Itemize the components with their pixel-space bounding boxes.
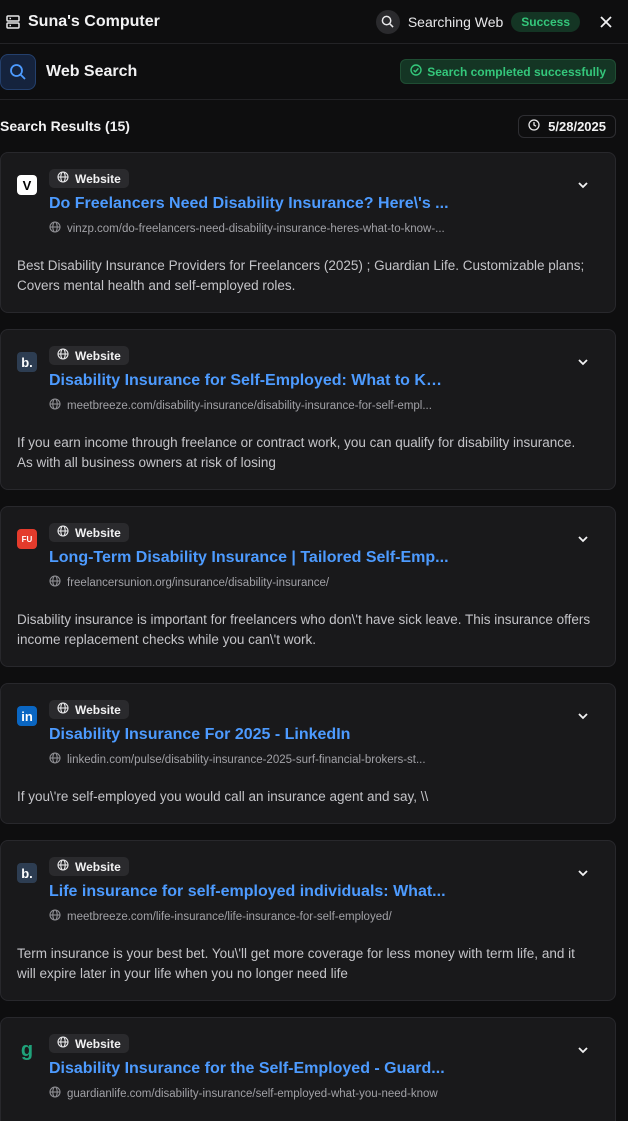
chevron-down-icon[interactable] bbox=[575, 708, 591, 724]
result-card[interactable]: g Website Disability Insurance for the S… bbox=[0, 1017, 616, 1121]
search-icon bbox=[375, 9, 400, 34]
result-snippet: If you earn income through freelance or … bbox=[17, 435, 576, 470]
chevron-down-icon[interactable] bbox=[575, 865, 591, 881]
result-title-link[interactable]: Do Freelancers Need Disability Insurance… bbox=[49, 195, 449, 213]
result-card[interactable]: b. Website Disability Insurance for Self… bbox=[0, 329, 616, 490]
globe-icon bbox=[49, 908, 61, 926]
type-badge-label: Website bbox=[75, 171, 121, 186]
globe-icon bbox=[57, 171, 69, 186]
result-title-link[interactable]: Disability Insurance for Self-Employed: … bbox=[49, 372, 449, 390]
result-url: meetbreeze.com/disability-insurance/disa… bbox=[67, 400, 432, 412]
type-badge: Website bbox=[49, 700, 129, 719]
type-badge-label: Website bbox=[75, 702, 121, 717]
result-snippet: Disability insurance is important for fr… bbox=[17, 612, 591, 647]
type-badge: Website bbox=[49, 346, 129, 365]
result-snippet: If you\'re self-employed you would call … bbox=[17, 789, 429, 804]
computer-icon bbox=[4, 13, 22, 31]
globe-icon bbox=[49, 220, 61, 238]
status-badge: Success bbox=[511, 11, 580, 32]
result-snippet: Term insurance is your best bet. You\'ll… bbox=[17, 946, 575, 981]
type-badge-label: Website bbox=[75, 525, 121, 540]
result-url: linkedin.com/pulse/disability-insurance-… bbox=[67, 754, 426, 766]
result-card[interactable]: in Website Disability Insurance For 2025… bbox=[0, 683, 616, 824]
type-badge: Website bbox=[49, 857, 129, 876]
results-bar: Search Results (15) 5/28/2025 bbox=[0, 100, 628, 152]
result-url: vinzp.com/do-freelancers-need-disability… bbox=[67, 223, 445, 235]
date-badge: 5/28/2025 bbox=[518, 114, 616, 138]
type-badge: Website bbox=[49, 169, 129, 188]
globe-icon bbox=[57, 1036, 69, 1051]
globe-icon bbox=[49, 751, 61, 769]
result-title-link[interactable]: Disability Insurance For 2025 - LinkedIn bbox=[49, 726, 449, 744]
success-status-label: Search completed successfully bbox=[427, 64, 606, 79]
globe-icon bbox=[57, 525, 69, 540]
chevron-down-icon[interactable] bbox=[575, 531, 591, 547]
globe-icon bbox=[49, 1085, 61, 1103]
web-search-icon bbox=[0, 53, 36, 90]
chevron-down-icon[interactable] bbox=[575, 354, 591, 370]
date-label: 5/28/2025 bbox=[548, 118, 606, 134]
tool-title: Web Search bbox=[46, 62, 138, 80]
top-bar: Suna's Computer Searching Web Success bbox=[0, 0, 628, 44]
type-badge: Website bbox=[49, 1034, 129, 1053]
site-favicon-icon: in bbox=[17, 706, 37, 726]
type-badge-label: Website bbox=[75, 1036, 121, 1051]
check-circle-icon bbox=[410, 64, 422, 79]
type-badge-label: Website bbox=[75, 348, 121, 363]
clock-icon bbox=[528, 118, 540, 134]
site-favicon-icon: b. bbox=[17, 352, 37, 372]
result-title-link[interactable]: Life insurance for self-employed individ… bbox=[49, 883, 449, 901]
globe-icon bbox=[57, 348, 69, 363]
site-favicon-icon: g bbox=[20, 1038, 34, 1061]
globe-icon bbox=[57, 702, 69, 717]
result-card[interactable]: FU Website Long-Term Disability Insuranc… bbox=[0, 506, 616, 667]
result-title-link[interactable]: Long-Term Disability Insurance | Tailore… bbox=[49, 549, 449, 567]
globe-icon bbox=[57, 859, 69, 874]
chevron-down-icon[interactable] bbox=[575, 1042, 591, 1058]
result-url: freelancersunion.org/insurance/disabilit… bbox=[67, 577, 330, 589]
globe-icon bbox=[49, 574, 61, 592]
result-title-link[interactable]: Disability Insurance for the Self-Employ… bbox=[49, 1060, 449, 1078]
window-title: Suna's Computer bbox=[28, 12, 160, 30]
result-url: meetbreeze.com/life-insurance/life-insur… bbox=[67, 911, 392, 923]
globe-icon bbox=[49, 397, 61, 415]
site-favicon-icon: FU bbox=[17, 529, 37, 549]
result-snippet: Best Disability Insurance Providers for … bbox=[17, 258, 585, 293]
tool-header: Web Search Search completed successfully bbox=[0, 44, 628, 100]
result-card[interactable]: b. Website Life insurance for self-emplo… bbox=[0, 840, 616, 1001]
results-title: Search Results (15) bbox=[0, 118, 130, 134]
close-icon[interactable] bbox=[596, 12, 616, 32]
type-badge: Website bbox=[49, 523, 129, 542]
site-favicon-icon: b. bbox=[17, 863, 37, 883]
type-badge-label: Website bbox=[75, 859, 121, 874]
result-card[interactable]: V Website Do Freelancers Need Disability… bbox=[0, 152, 616, 313]
results-list: V Website Do Freelancers Need Disability… bbox=[0, 152, 628, 1121]
site-favicon-icon: V bbox=[17, 175, 37, 195]
chevron-down-icon[interactable] bbox=[575, 177, 591, 193]
result-url: guardianlife.com/disability-insurance/se… bbox=[67, 1088, 438, 1100]
success-status: Search completed successfully bbox=[400, 59, 616, 84]
status-text: Searching Web bbox=[407, 13, 504, 30]
